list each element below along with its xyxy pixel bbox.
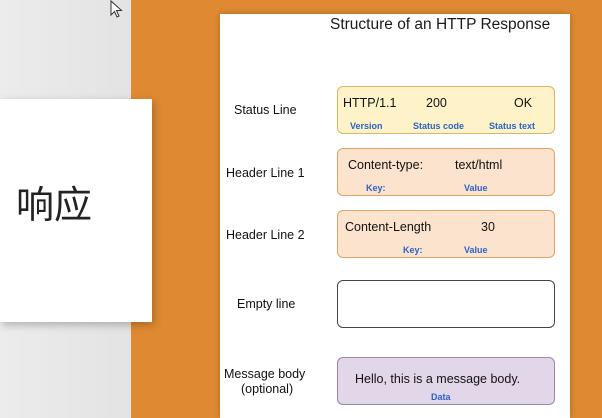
header-1-value: text/html [455, 158, 503, 172]
empty-line-label: Empty line [237, 297, 296, 311]
slide-kanji-text: 响应 [16, 183, 93, 227]
message-body-content: Hello, this is a message body. [355, 372, 521, 386]
status-line-label: Status Line [234, 103, 297, 117]
message-body-label: Message body [224, 367, 306, 381]
header-2-value-label: Value [464, 245, 488, 255]
header-1-value-label: Value [464, 183, 488, 193]
status-version-value: HTTP/1.1 [343, 96, 397, 110]
diagram-title: Structure of an HTTP Response [330, 16, 551, 33]
header-2-name: Content-Length [345, 220, 432, 234]
header-line-2-box [337, 210, 555, 258]
header-2-value: 30 [481, 220, 495, 234]
status-text-value: OK [514, 96, 533, 110]
header-1-name: Content-type: [348, 158, 424, 172]
status-code-key: Status code [413, 121, 465, 131]
empty-line-box [337, 280, 555, 328]
mouse-pointer-icon [110, 0, 123, 18]
header-line-1-label: Header Line 1 [226, 166, 305, 180]
message-body-optional-label: (optional) [241, 382, 294, 396]
header-1-key-label: Key: [366, 183, 386, 193]
header-line-2-label: Header Line 2 [226, 228, 305, 242]
header-2-key-label: Key: [403, 245, 423, 255]
message-body-data-label: Data [431, 392, 451, 402]
status-code-value: 200 [426, 96, 447, 110]
status-text-key: Status text [489, 121, 536, 131]
status-version-key: Version [350, 121, 383, 131]
